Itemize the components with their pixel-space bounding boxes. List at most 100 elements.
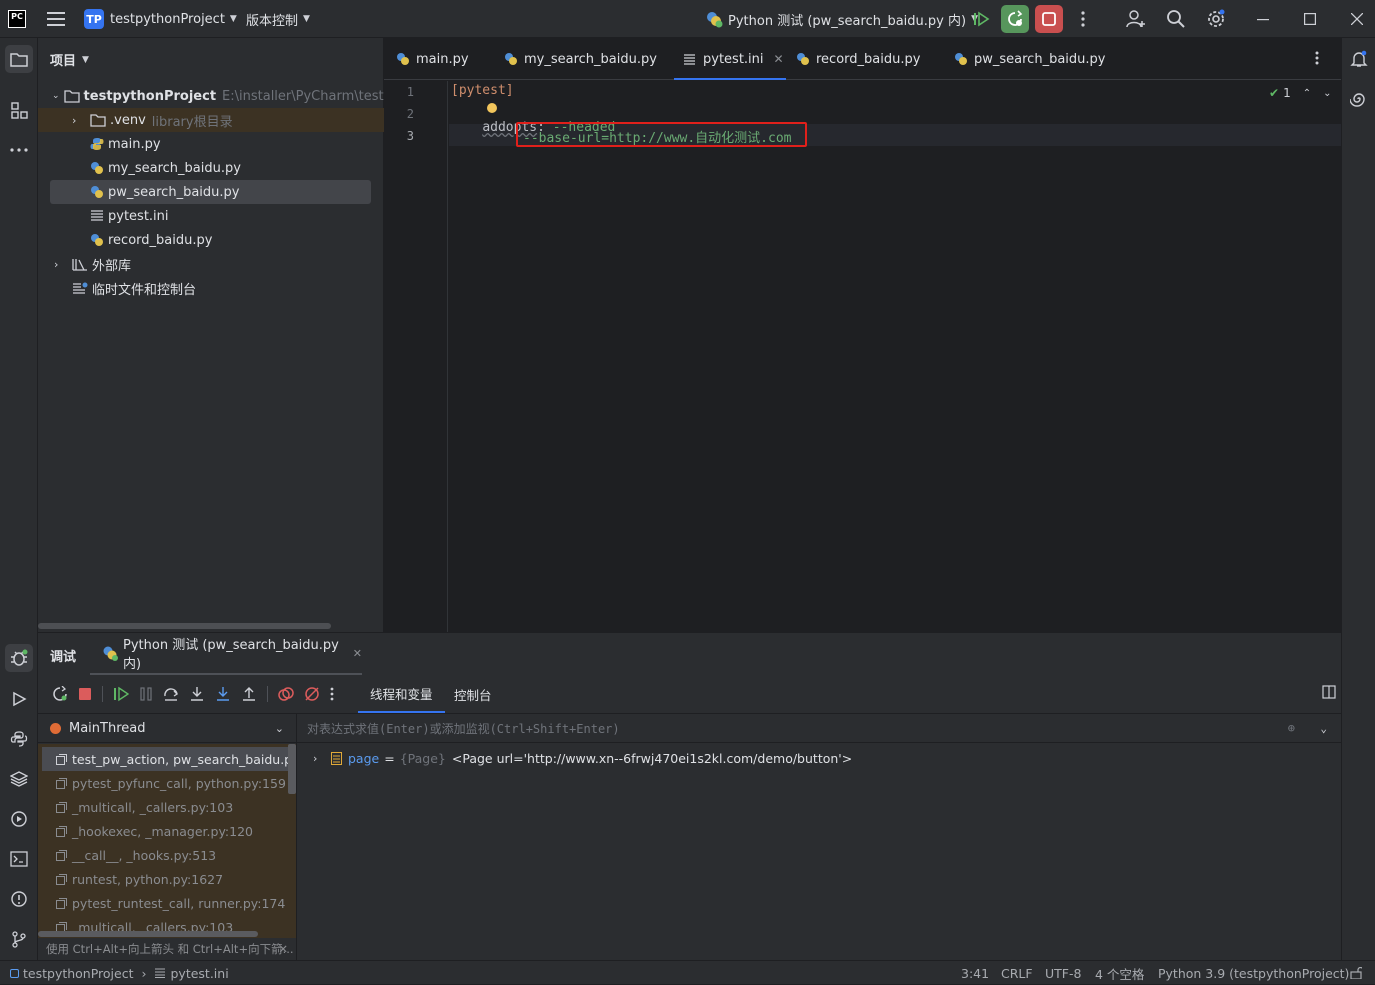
frame-item[interactable]: test_pw_action, pw_search_baidu.py:5: [42, 747, 288, 771]
resume-button[interactable]: [967, 5, 995, 33]
minimize-button[interactable]: [1249, 5, 1277, 33]
frames-hscrollbar[interactable]: [38, 931, 258, 937]
breadcrumb-file[interactable]: pytest.ini: [171, 966, 229, 981]
file-encoding[interactable]: UTF-8: [1045, 961, 1081, 985]
layout-settings-button[interactable]: [1322, 685, 1336, 699]
step-over-icon[interactable]: [163, 686, 179, 702]
tab-pw-search-baidu[interactable]: pw_search_baidu.py: [954, 38, 1105, 80]
indent-setting[interactable]: 4 个空格: [1095, 961, 1144, 985]
breadcrumb-project[interactable]: testpythonProject: [23, 966, 134, 981]
subtab-console[interactable]: 控制台: [442, 675, 504, 713]
chevron-right-icon[interactable]: ›: [54, 258, 68, 271]
tab-main-py[interactable]: main.py: [396, 38, 469, 80]
step-into-my-code-icon[interactable]: [215, 686, 231, 702]
tree-item-pw-search-baidu[interactable]: pw_search_baidu.py: [50, 180, 371, 204]
editor-tab-bar: main.py my_search_baidu.py pytest.ini ✕ …: [384, 38, 1341, 80]
more-actions-button[interactable]: [1069, 5, 1097, 33]
rerun-debug-button[interactable]: [1001, 5, 1029, 33]
frame-icon: [56, 777, 67, 789]
code-line-1[interactable]: [pytest]: [451, 83, 514, 98]
view-breakpoints-icon[interactable]: [278, 686, 294, 702]
tree-item-scratches[interactable]: 临时文件和控制台: [38, 276, 384, 300]
step-into-icon[interactable]: [189, 686, 205, 702]
frame-item[interactable]: pytest_pyfunc_call, python.py:159: [46, 771, 296, 795]
frame-item[interactable]: _multicall, _callers.py:103: [46, 795, 296, 819]
run-config-selector[interactable]: Python 测试 (pw_search_baidu.py 内) ▼: [705, 0, 978, 38]
git-button[interactable]: [5, 925, 33, 953]
search-everywhere-button[interactable]: [1162, 5, 1190, 33]
problems-button[interactable]: [5, 885, 33, 913]
terminal-button[interactable]: [5, 845, 33, 873]
stop-button[interactable]: [1035, 5, 1063, 33]
maximize-button[interactable]: [1296, 5, 1324, 33]
python-packages-button[interactable]: [5, 765, 33, 793]
tree-item-my-search-baidu[interactable]: my_search_baidu.py: [38, 156, 384, 180]
frame-item[interactable]: pytest_runtest_call, runner.py:174: [46, 891, 296, 915]
chevron-down-icon[interactable]: ⌄: [1323, 88, 1331, 99]
tree-item-project-root[interactable]: ⌄ testpythonProject E:\installer\PyCharm…: [38, 84, 384, 108]
tab-record-baidu[interactable]: record_baidu.py: [796, 38, 920, 80]
tree-item-main-py[interactable]: main.py: [38, 132, 384, 156]
thread-selector[interactable]: MainThread ⌄: [38, 713, 296, 743]
chevron-up-icon[interactable]: ⌃: [1303, 88, 1311, 99]
project-panel-header[interactable]: 项目 ▼: [50, 50, 89, 69]
project-tool-button[interactable]: [5, 45, 33, 73]
rerun-icon[interactable]: [52, 686, 68, 702]
frame-label: runtest, python.py:1627: [72, 871, 224, 887]
structure-tool-button[interactable]: [5, 96, 33, 124]
line-number: 3: [406, 129, 414, 143]
services-button[interactable]: [5, 805, 33, 833]
variable-name: page: [348, 750, 380, 766]
subtab-threads-variables[interactable]: 线程和变量: [358, 675, 445, 713]
horizontal-scrollbar[interactable]: [38, 623, 331, 629]
notifications-button[interactable]: [1350, 50, 1368, 68]
resume-icon[interactable]: [113, 686, 129, 702]
debug-tool-button[interactable]: [5, 644, 33, 672]
more-vertical-icon[interactable]: [330, 687, 334, 701]
tab-my-search-baidu[interactable]: my_search_baidu.py: [504, 38, 657, 80]
chevron-right-icon[interactable]: ›: [313, 752, 327, 765]
tree-item-external-libraries[interactable]: › 外部库: [38, 252, 384, 276]
tree-item-record-baidu[interactable]: record_baidu.py: [38, 228, 384, 252]
tree-item-venv[interactable]: › .venv library根目录: [38, 108, 384, 132]
line-separator[interactable]: CRLF: [1001, 961, 1033, 985]
interpreter-selector[interactable]: Python 3.9 (testpythonProject): [1158, 961, 1349, 985]
pause-icon[interactable]: [139, 687, 153, 701]
readonly-toggle[interactable]: [1350, 961, 1362, 985]
mute-breakpoints-icon[interactable]: [304, 686, 320, 702]
close-window-button[interactable]: [1343, 5, 1371, 33]
chevron-right-icon[interactable]: ›: [72, 114, 86, 127]
evaluate-expression-input[interactable]: 对表达式求值(Enter)或添加监视(Ctrl+Shift+Enter) ⊕ ⌄: [297, 713, 1341, 743]
run-tool-button[interactable]: [5, 685, 33, 713]
close-tab-icon[interactable]: ✕: [774, 52, 784, 66]
chevron-down-icon[interactable]: ⌄: [1320, 722, 1327, 735]
tree-item-pytest-ini[interactable]: pytest.ini: [38, 204, 384, 228]
subtab-label: 控制台: [454, 687, 492, 703]
settings-button[interactable]: [1202, 5, 1230, 33]
lightbulb-icon[interactable]: [487, 103, 497, 113]
add-watch-icon[interactable]: ⊕: [1288, 721, 1295, 735]
tab-options-button[interactable]: [1315, 51, 1319, 65]
vcs-menu[interactable]: 版本控制 ▼: [246, 0, 310, 38]
debug-session-tab[interactable]: Python 测试 (pw_search_baidu.py 内) ✕: [90, 633, 362, 675]
close-tab-icon[interactable]: ✕: [353, 647, 362, 660]
step-out-icon[interactable]: [241, 686, 257, 702]
main-menu-button[interactable]: [42, 5, 70, 33]
inspection-widget[interactable]: ✔ 1 ⌃ ⌄: [1269, 86, 1331, 100]
more-tools-button[interactable]: [5, 136, 33, 164]
frames-scrollbar[interactable]: [288, 744, 296, 794]
ai-assistant-button[interactable]: [1350, 90, 1368, 108]
chevron-down-icon[interactable]: ⌄: [52, 91, 60, 101]
project-selector[interactable]: TP testpythonProject ▼: [84, 0, 237, 38]
python-console-button[interactable]: [5, 725, 33, 753]
account-button[interactable]: [1122, 5, 1150, 33]
tab-pytest-ini[interactable]: pytest.ini ✕: [674, 38, 786, 80]
frame-item[interactable]: runtest, python.py:1627: [46, 867, 296, 891]
frame-icon: [56, 801, 67, 813]
close-icon[interactable]: ✕: [278, 942, 288, 956]
frame-item[interactable]: __call__, _hooks.py:513: [46, 843, 296, 867]
variable-row[interactable]: › page = {Page} <Page url='http://www.xn…: [297, 746, 1341, 770]
stop-icon[interactable]: [78, 687, 92, 701]
frame-item[interactable]: _hookexec, _manager.py:120: [46, 819, 296, 843]
caret-position[interactable]: 3:41: [961, 961, 989, 985]
